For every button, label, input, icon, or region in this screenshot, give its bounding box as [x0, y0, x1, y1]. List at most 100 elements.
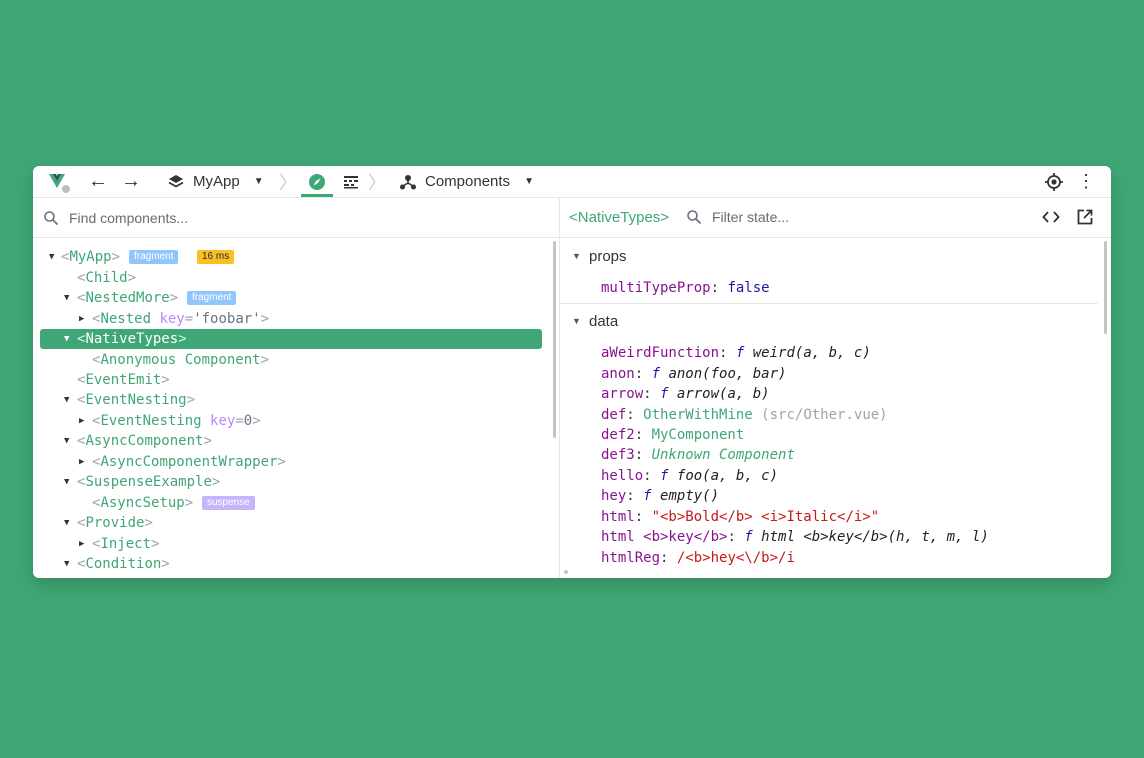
view-name: Components: [425, 173, 511, 190]
more-menu-button[interactable]: ⋮: [1075, 166, 1097, 197]
tab-timeline[interactable]: [335, 166, 367, 197]
tree-node-label: <SuspenseExample>: [77, 474, 221, 490]
tree-node-label: <Inject>: [92, 536, 160, 552]
search-icon: [686, 209, 702, 230]
collapse-icon[interactable]: ▼: [64, 288, 69, 308]
code-icon[interactable]: [1042, 208, 1060, 231]
tree-node-label: <NativeTypes>: [77, 331, 187, 347]
collapse-icon[interactable]: ▼: [64, 431, 69, 451]
tree-node-suspenseexample[interactable]: ▼ <SuspenseExample>: [40, 472, 542, 492]
active-tab-indicator: [301, 194, 333, 197]
vue-logo-icon[interactable]: [45, 166, 73, 197]
compass-icon: [309, 173, 325, 190]
expand-icon[interactable]: ▶: [79, 534, 84, 554]
tree-node-nestedmore[interactable]: ▼ <NestedMore> fragment: [40, 288, 542, 308]
tree-node-nested[interactable]: ▶ <Nested key='foobar'>: [40, 309, 542, 329]
tree-node-inject[interactable]: ▶ <Inject>: [40, 534, 542, 554]
tree-node-label: <Child>: [77, 270, 137, 286]
tree-node-eventnesting[interactable]: ▼ <EventNesting>: [40, 390, 542, 410]
tree-node-asynccomponentwrapper[interactable]: ▶ <AsyncComponentWrapper>: [40, 452, 542, 472]
tree-node-myapp[interactable]: ▼ <MyApp> fragment 16 ms: [40, 247, 542, 267]
collapse-icon[interactable]: ▼: [49, 247, 54, 267]
app-selector[interactable]: MyApp ▼: [167, 166, 267, 197]
state-row[interactable]: hey: f empty(): [601, 486, 719, 506]
search-icon: [43, 210, 61, 226]
component-tree-icon: [400, 174, 416, 189]
fragment-badge: fragment: [187, 291, 237, 305]
data-section-header[interactable]: ▼ data: [560, 312, 1100, 334]
timing-badge: 16 ms: [197, 250, 235, 264]
tree-node-nativetypes[interactable]: ▼ <NativeTypes>: [40, 329, 542, 349]
layers-icon: [167, 173, 185, 191]
pane-resize-handle[interactable]: [564, 570, 568, 574]
tree-node-eventnesting-child[interactable]: ▶ <EventNesting key=0>: [40, 411, 542, 431]
select-component-button[interactable]: [1041, 166, 1067, 197]
collapse-icon[interactable]: ▼: [64, 554, 69, 574]
filter-state-input[interactable]: [710, 208, 1014, 226]
tree-node-label: <EventNesting key=0>: [92, 413, 261, 429]
state-row[interactable]: anon: f anon(foo, bar): [601, 364, 786, 384]
back-button[interactable]: ←: [87, 166, 109, 197]
open-in-new-icon[interactable]: [1076, 208, 1094, 231]
tree-node-eventemit[interactable]: <EventEmit>: [40, 370, 542, 390]
separator-icon: 〉: [368, 172, 386, 194]
tree-node-asyncsetup[interactable]: <AsyncSetup> suspense: [40, 493, 542, 513]
state-row[interactable]: def2: MyComponent: [601, 425, 744, 445]
divider: [560, 303, 1098, 304]
state-row[interactable]: hello: f foo(a, b, c): [601, 466, 778, 486]
collapse-icon[interactable]: ▼: [64, 329, 69, 349]
chevron-down-icon: ▼: [524, 176, 534, 187]
collapse-icon[interactable]: ▼: [64, 513, 69, 533]
tree-node-label: <AsyncComponentWrapper>: [92, 454, 286, 470]
state-row[interactable]: def3: Unknown Component: [601, 445, 795, 465]
state-row[interactable]: aWeirdFunction: f weird(a, b, c): [601, 343, 871, 363]
props-section-header[interactable]: ▼ props: [560, 247, 1100, 269]
expand-icon[interactable]: ▶: [79, 452, 84, 472]
expand-icon[interactable]: ▶: [79, 309, 84, 329]
more-vertical-icon: ⋮: [1077, 171, 1095, 191]
tree-node-label: <EventNesting>: [77, 392, 196, 408]
timeline-icon: [344, 175, 358, 188]
forward-button[interactable]: →: [120, 166, 142, 197]
state-row[interactable]: multiTypeProp: false: [601, 278, 770, 298]
app-name: MyApp: [193, 173, 240, 190]
component-tree-pane: ▼ <MyApp> fragment 16 ms <Child> ▼ <Nest…: [33, 198, 560, 578]
inspector-scrollbar[interactable]: [1104, 241, 1107, 334]
devtools-window: ← → MyApp ▼ 〉 〉 Components ▼ ⋮ Find comp…: [33, 166, 1111, 578]
chevron-down-icon: ▼: [253, 176, 264, 187]
collapse-icon[interactable]: ▼: [64, 472, 69, 492]
search-input[interactable]: [67, 208, 511, 227]
section-label: data: [589, 313, 619, 330]
tree-node-label: <Provide>: [77, 515, 153, 531]
tree-node-label: <AsyncSetup>: [92, 495, 194, 511]
tree-node-provide[interactable]: ▼ <Provide>: [40, 513, 542, 533]
tree-node-anonymous[interactable]: <Anonymous Component>: [40, 350, 542, 370]
tree-node-child[interactable]: <Child>: [40, 268, 542, 288]
state-row[interactable]: def: OtherWithMine (src/Other.vue): [601, 405, 888, 425]
state-row[interactable]: html <b>key</b>: f html <b>key</b>(h, t,…: [601, 527, 989, 547]
view-selector[interactable]: Components ▼: [399, 166, 539, 197]
selected-component-name: <NativeTypes>: [569, 209, 670, 226]
state-inspector-pane: <NativeTypes> Filter state... ▼ props mu…: [560, 198, 1111, 578]
tree-node-condition[interactable]: ▼ <Condition>: [40, 554, 542, 574]
state-row[interactable]: htmlReg: /<b>hey<\/b>/i: [601, 548, 795, 568]
tab-components[interactable]: [301, 166, 333, 197]
target-icon: [1045, 172, 1063, 191]
tree-node-label: <Condition>: [77, 556, 170, 572]
tree-node-label: <AsyncComponent>: [77, 433, 212, 449]
tree-node-asynccomponent[interactable]: ▼ <AsyncComponent>: [40, 431, 542, 451]
toolbar: ← → MyApp ▼ 〉 〉 Components ▼ ⋮: [33, 166, 1111, 198]
arrow-right-icon: →: [121, 170, 141, 192]
section-label: props: [589, 248, 627, 265]
state-row[interactable]: html: "<b>Bold</b> <i>Italic</i>": [601, 507, 879, 527]
fragment-badge: fragment: [129, 250, 179, 264]
expand-icon[interactable]: ▶: [79, 411, 84, 431]
inspector-header: <NativeTypes>: [560, 198, 1111, 238]
component-search: [33, 198, 560, 238]
tree-node-label: <Anonymous Component>: [92, 352, 270, 368]
tree-scrollbar[interactable]: [553, 241, 556, 438]
suspense-badge: suspense: [202, 496, 255, 510]
collapse-icon[interactable]: ▼: [64, 390, 69, 410]
collapse-icon: ▼: [572, 316, 581, 326]
state-row[interactable]: arrow: f arrow(a, b): [601, 384, 770, 404]
